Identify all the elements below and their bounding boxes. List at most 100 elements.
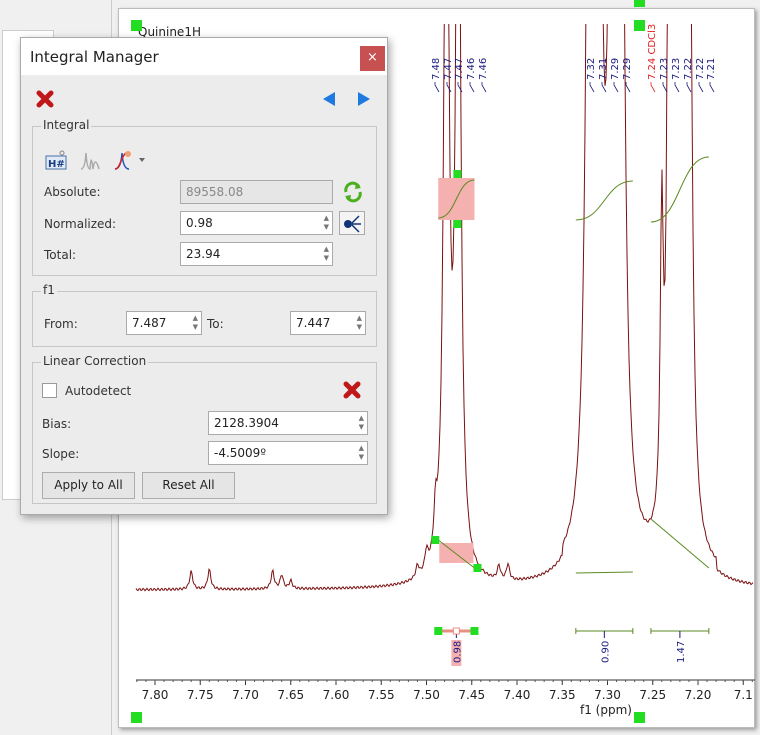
x-axis-label: f1 (ppm) (580, 703, 632, 717)
next-arrow-icon[interactable] (356, 91, 372, 107)
close-button[interactable]: × (360, 46, 385, 71)
autodetect-checkbox[interactable] (42, 383, 57, 398)
absolute-field: 89558.08 (180, 180, 333, 204)
peak-label: 7.22 (683, 58, 694, 80)
peak-label-connector (698, 82, 704, 93)
peak-label: 7.46 (466, 58, 477, 80)
from-value: 7.487 (132, 316, 167, 330)
frame-resize-handle[interactable] (634, 20, 645, 31)
x-tick-label: 7.65 (277, 688, 304, 702)
peak-label: 7.23 (659, 58, 670, 80)
peak-label-connector (674, 82, 680, 93)
integral-value: 0.98 (452, 641, 463, 663)
baseline-correction-line (650, 518, 710, 569)
normalized-input[interactable]: 0.98 ▲ ▼ (180, 211, 333, 235)
x-tick-label: 7.60 (323, 688, 350, 702)
peak-label: 7.47 (454, 58, 465, 80)
peak-label: 7.21 (706, 58, 717, 80)
normalized-value: 0.98 (186, 216, 213, 230)
total-spinner[interactable]: ▲ ▼ (324, 245, 329, 263)
bias-label: Bias: (42, 417, 72, 431)
frame-resize-handle[interactable] (634, 712, 645, 723)
delete-integral-icon[interactable] (36, 90, 54, 108)
total-value: 23.94 (186, 247, 221, 261)
x-tick-label: 7.1 (734, 688, 753, 702)
to-spinner[interactable]: ▲ ▼ (357, 314, 362, 332)
peak-label-connector (613, 82, 619, 93)
peak-label-connector (434, 82, 440, 93)
integral-center-handle (452, 627, 460, 635)
svg-text:H#: H# (48, 159, 65, 170)
remove-correction-icon[interactable] (343, 381, 361, 399)
peak-label: 7.29 (622, 58, 633, 80)
x-tick-label: 7.40 (504, 688, 531, 702)
peak-label-connector (589, 82, 595, 93)
peak-label: 7.32 (586, 58, 597, 80)
absolute-label: Absolute: (44, 185, 101, 199)
slope-input[interactable]: -4.5009º ▲ ▼ (208, 441, 368, 465)
peak-label-connector (625, 82, 631, 93)
normalized-spinner[interactable]: ▲ ▼ (324, 214, 329, 232)
peak-label: 7.23 (671, 58, 682, 80)
peak-label: 7.46 (478, 58, 489, 80)
from-spinner[interactable]: ▲ ▼ (193, 314, 198, 332)
drag-handle[interactable] (453, 220, 462, 228)
slope-value: -4.5009º (214, 446, 266, 460)
x-tick-label: 7.75 (187, 688, 214, 702)
peak-label-connector (469, 82, 475, 93)
autodetect-label: Autodetect (65, 384, 132, 398)
peak-label: 7.48 (431, 58, 442, 80)
dialog-title-bar[interactable]: Integral Manager (21, 38, 387, 75)
integral-group-label: Integral (41, 118, 92, 132)
drag-handle[interactable] (431, 536, 440, 544)
h-number-icon[interactable]: H# (45, 149, 69, 171)
to-label: To: (207, 317, 224, 331)
x-tick-label: 7.25 (639, 688, 666, 702)
dialog-title: Integral Manager (30, 47, 159, 66)
peaks-icon[interactable] (79, 149, 101, 171)
peak-label-connector (709, 82, 715, 93)
total-input[interactable]: 23.94 ▲ ▼ (180, 242, 333, 266)
x-tick-label: 7.30 (594, 688, 621, 702)
peak-label-connector (481, 82, 487, 93)
reset-all-button[interactable]: Reset All (142, 472, 235, 499)
integral-method-icon[interactable] (113, 149, 149, 171)
peak-label: 7.47 (443, 58, 454, 80)
peak-label: 7.29 (610, 58, 621, 80)
from-label: From: (44, 317, 78, 331)
drag-handle[interactable] (453, 170, 462, 178)
frame-resize-handle[interactable] (131, 712, 142, 723)
x-tick-label: 7.50 (413, 688, 440, 702)
slope-spinner[interactable]: ▲ ▼ (359, 444, 364, 462)
slope-label: Slope: (42, 447, 80, 461)
normalized-label: Normalized: (44, 217, 117, 231)
drag-handle[interactable] (470, 627, 479, 635)
x-tick-label: 7.35 (549, 688, 576, 702)
peak-label-connector (650, 82, 656, 93)
peak-label-connector (457, 82, 463, 93)
refresh-icon[interactable] (342, 181, 364, 203)
to-input[interactable]: 7.447 ▲ ▼ (290, 311, 366, 335)
integral-value: 1.47 (676, 641, 687, 663)
from-input[interactable]: 7.487 ▲ ▼ (126, 311, 202, 335)
apply-to-all-button[interactable]: Apply to All (42, 472, 135, 499)
bias-value: 2128.3904 (214, 416, 279, 430)
integral-group: Integral H# Absolute: 89558.08 Normalize… (32, 118, 377, 276)
previous-arrow-icon[interactable] (321, 91, 337, 107)
correction-selection (439, 543, 474, 563)
x-tick-label: 7.45 (458, 688, 485, 702)
x-tick-label: 7.20 (685, 688, 712, 702)
f1-group: f1 From: 7.487 ▲ ▼ To: 7.447 ▲ ▼ (32, 283, 377, 347)
frame-resize-handle[interactable] (634, 0, 645, 7)
peak-label-connector (686, 82, 692, 93)
peak-label: 7.22 (695, 58, 706, 80)
normalize-icon[interactable] (339, 211, 365, 235)
x-tick-label: 7.55 (368, 688, 395, 702)
total-label: Total: (44, 248, 77, 262)
bias-input[interactable]: 2128.3904 ▲ ▼ (208, 411, 368, 435)
drag-handle[interactable] (434, 627, 443, 635)
integral-curve (650, 156, 709, 223)
bias-spinner[interactable]: ▲ ▼ (359, 414, 364, 432)
frame-resize-handle[interactable] (131, 20, 142, 31)
drag-handle[interactable] (473, 564, 482, 572)
